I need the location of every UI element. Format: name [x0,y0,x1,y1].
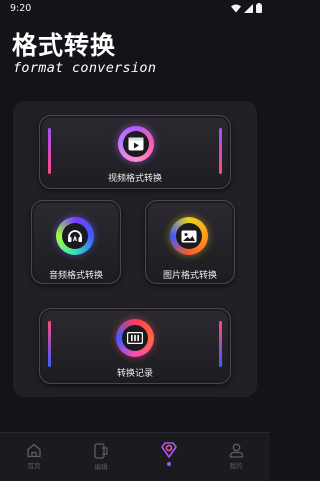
image-convert-label: 图片格式转换 [162,271,217,281]
status-icons [231,3,262,13]
conversion-panel: 视频格式转换 音频格式转换 图片格式转换 转换记录 [13,101,257,397]
phone-edit-icon [94,443,108,459]
nav-item-edit[interactable]: 编辑 [81,443,121,471]
card-accent-bar [219,321,222,367]
record-icon [127,332,143,344]
page-title: 格式转换 [12,31,117,60]
bottom-nav: 首页 编辑 我的 [0,432,270,481]
card-accent-bar [219,128,222,174]
image-convert-card[interactable]: 图片格式转换 [145,200,235,284]
nav-label-edit: 编辑 [94,463,108,471]
video-icon-ring [118,126,154,162]
status-bar: 9:20 [0,0,270,16]
image-icon-ring [170,217,208,255]
audio-icon-ring [56,217,94,255]
video-convert-card[interactable]: 视频格式转换 [39,115,231,189]
nav-label-mine: 我的 [229,462,243,470]
history-icon-ring [116,319,154,357]
history-label: 转换记录 [116,369,153,379]
battery-icon [256,3,262,13]
nav-item-convert[interactable] [149,441,189,466]
page-subtitle: format conversion [13,60,157,76]
audio-convert-label: 音频格式转换 [48,271,103,281]
status-time: 9:20 [10,2,32,14]
video-convert-label: 视频格式转换 [107,174,162,184]
image-icon [181,230,197,242]
video-file-icon [128,137,144,151]
history-card[interactable]: 转换记录 [39,308,231,384]
signal-icon [244,3,253,13]
convert-icon [161,442,177,458]
headphones-icon [68,230,82,242]
person-icon [229,443,243,458]
nav-label-home: 首页 [27,462,41,470]
card-accent-bar [48,321,51,367]
nav-item-home[interactable]: 首页 [14,443,54,470]
nav-item-mine[interactable]: 我的 [216,443,256,470]
audio-convert-card[interactable]: 音频格式转换 [31,200,121,284]
wifi-icon [231,4,241,12]
card-accent-bar [48,128,51,174]
nav-active-dot [167,462,171,466]
home-icon [27,443,41,458]
